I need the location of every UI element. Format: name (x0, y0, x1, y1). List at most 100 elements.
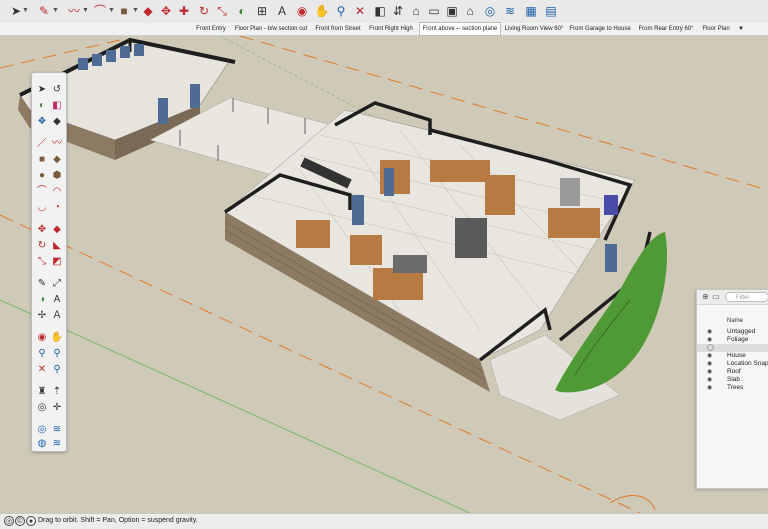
add-folder-icon[interactable]: ▭ (712, 292, 720, 301)
tab-scene-3[interactable]: Front from Street (313, 23, 363, 35)
eye-icon[interactable]: ◉ (707, 336, 715, 344)
offset-icon[interactable]: ◩ (50, 255, 64, 269)
walk-icon[interactable]: ⇵ (390, 3, 406, 19)
outliner-icon[interactable]: ▤ (543, 3, 559, 19)
lasso-icon[interactable]: ↺ (50, 83, 64, 97)
eye-icon[interactable]: ◉ (707, 376, 715, 384)
styles-icon[interactable]: ◎ (35, 423, 49, 437)
push-pull-icon[interactable]: ◆ (50, 223, 64, 237)
home-icon[interactable]: ⌂ (408, 3, 424, 19)
polygon-icon[interactable]: ⬢ (50, 169, 64, 183)
orbit-icon[interactable]: ◉ (35, 331, 49, 345)
tab-scene-6[interactable]: Living Room View 60° (503, 23, 565, 35)
tag-row[interactable]: ◉ Trees (697, 384, 768, 392)
sandbox-icon[interactable]: ≋ (50, 423, 64, 437)
zoom-window-icon[interactable]: ⚲ (50, 347, 64, 361)
follow-me-icon[interactable]: ◣ (50, 239, 64, 253)
tab-scene-4[interactable]: Front Right High (366, 23, 416, 35)
zoom-extents-icon[interactable]: ✕ (352, 3, 368, 19)
chevron-down-icon[interactable]: ▼ (108, 3, 115, 19)
look-around-icon[interactable]: ◎ (35, 401, 49, 415)
tab-scene-5-active[interactable]: Front above -- section plane (419, 22, 501, 36)
scale-icon[interactable]: ⤡ (214, 3, 230, 19)
tag-row[interactable]: ◉ House (697, 352, 768, 360)
move-icon[interactable]: ✥ (35, 223, 49, 237)
tag-icon[interactable]: ◆ (50, 115, 64, 129)
pie-icon[interactable]: ◔ (50, 201, 64, 215)
tab-scene-9[interactable]: Floor Plan (700, 23, 732, 35)
chevron-down-icon[interactable]: ▼ (22, 3, 29, 19)
freehand-icon[interactable]: 〰 (50, 137, 64, 151)
tab-scene-1[interactable]: Front Entry (193, 23, 229, 35)
rotate-icon[interactable]: ↻ (196, 3, 212, 19)
shapes-icon[interactable]: ■ (116, 3, 132, 19)
rotated-rectangle-icon[interactable]: ◆ (50, 153, 64, 167)
eye-icon[interactable]: ◉ (707, 384, 715, 392)
arc-icon[interactable]: ⌒ (35, 185, 49, 199)
select-icon[interactable]: ➤ (35, 83, 49, 97)
model-viewport[interactable] (0, 36, 768, 513)
eye-icon[interactable]: ◉ (707, 360, 715, 368)
move-arrows-icon[interactable]: ✚ (176, 3, 192, 19)
pan-icon[interactable]: ✋ (314, 3, 330, 19)
layers-icon[interactable]: ▦ (523, 3, 539, 19)
chevron-down-icon[interactable]: ▼ (132, 3, 139, 19)
orbit-icon[interactable]: ◉ (294, 3, 310, 19)
axes-icon[interactable]: ✢ (35, 309, 49, 323)
tape-measure-icon[interactable]: ✎ (35, 277, 49, 291)
tag-row[interactable]: ◉ Slab (697, 376, 768, 384)
eye-icon[interactable]: ◉ (707, 328, 715, 336)
dimension-icon[interactable]: ⤢ (50, 277, 64, 291)
components-icon[interactable]: ❖ (35, 115, 49, 129)
tag-row[interactable]: ◉ Location Snap (697, 360, 768, 368)
dimension-icon[interactable]: ⊞ (254, 3, 270, 19)
user-status-icon[interactable]: ● (26, 516, 36, 526)
eye-icon[interactable]: ◉ (707, 352, 715, 360)
tab-scene-8[interactable]: From Rear Entry 60° (636, 23, 696, 35)
tags-filter-input[interactable]: Filter (725, 292, 768, 302)
move-icon[interactable]: ✥ (158, 3, 174, 19)
tag-row[interactable]: ◉ Foliage (697, 336, 768, 344)
sandbox-icon[interactable]: ≋ (502, 3, 518, 19)
position-camera-icon[interactable]: ♜ (35, 385, 49, 399)
eraser-icon[interactable]: ✎ (36, 3, 52, 19)
extension-icon[interactable]: ▣ (444, 3, 460, 19)
paint-bucket-icon[interactable]: ◐ (234, 3, 250, 19)
two-point-arc-icon[interactable]: ◠ (50, 185, 64, 199)
model-canvas[interactable] (0, 36, 768, 513)
paint-bucket-icon[interactable]: ◐ (35, 99, 49, 113)
chevron-down-icon[interactable]: ▼ (82, 3, 89, 19)
section-plane-icon[interactable]: ✛ (50, 401, 64, 415)
eye-icon[interactable]: ◉ (707, 368, 715, 376)
line-icon[interactable]: ／ (35, 137, 49, 151)
tag-row[interactable]: ◉ Roof (697, 368, 768, 376)
chevron-down-icon[interactable]: ▼ (52, 3, 59, 19)
tab-scene-2[interactable]: Floor Plan - b/w section cut (232, 23, 310, 35)
circle-icon[interactable]: ● (35, 169, 49, 183)
scenes-more-icon[interactable]: ▼ (736, 23, 746, 35)
protractor-icon[interactable]: ◑ (35, 293, 49, 307)
walk-icon[interactable]: ⇡ (50, 385, 64, 399)
3d-text-icon[interactable]: Ａ (50, 309, 64, 323)
eye-icon[interactable]: ◯ (707, 344, 715, 352)
geo-location-icon[interactable]: ◍ (35, 437, 49, 451)
arc-icon[interactable]: ⌒ (92, 3, 108, 19)
rotate-icon[interactable]: ↻ (35, 239, 49, 253)
rectangle-icon[interactable]: ■ (35, 153, 49, 167)
geo-location-status-icon[interactable]: ◎ (4, 516, 14, 526)
push-pull-icon[interactable]: ◆ (140, 3, 156, 19)
tag-row-selected[interactable]: ◯ (697, 344, 768, 352)
styles-icon[interactable]: ◎ (482, 3, 498, 19)
text-icon[interactable]: A (274, 3, 290, 19)
zoom-icon[interactable]: ⚲ (35, 347, 49, 361)
add-tag-icon[interactable]: ⊕ (702, 292, 709, 301)
credits-status-icon[interactable]: © (15, 516, 25, 526)
camera-icon[interactable]: ◧ (372, 3, 388, 19)
zoom-icon[interactable]: ⚲ (333, 3, 349, 19)
text-icon[interactable]: A (50, 293, 64, 307)
previous-view-icon[interactable]: ⚲ (50, 363, 64, 377)
zoom-extents-icon[interactable]: ✕ (35, 363, 49, 377)
three-point-arc-icon[interactable]: ◡ (35, 201, 49, 215)
eraser-icon[interactable]: ◧ (50, 99, 64, 113)
line-icon[interactable]: 〰 (66, 3, 82, 19)
